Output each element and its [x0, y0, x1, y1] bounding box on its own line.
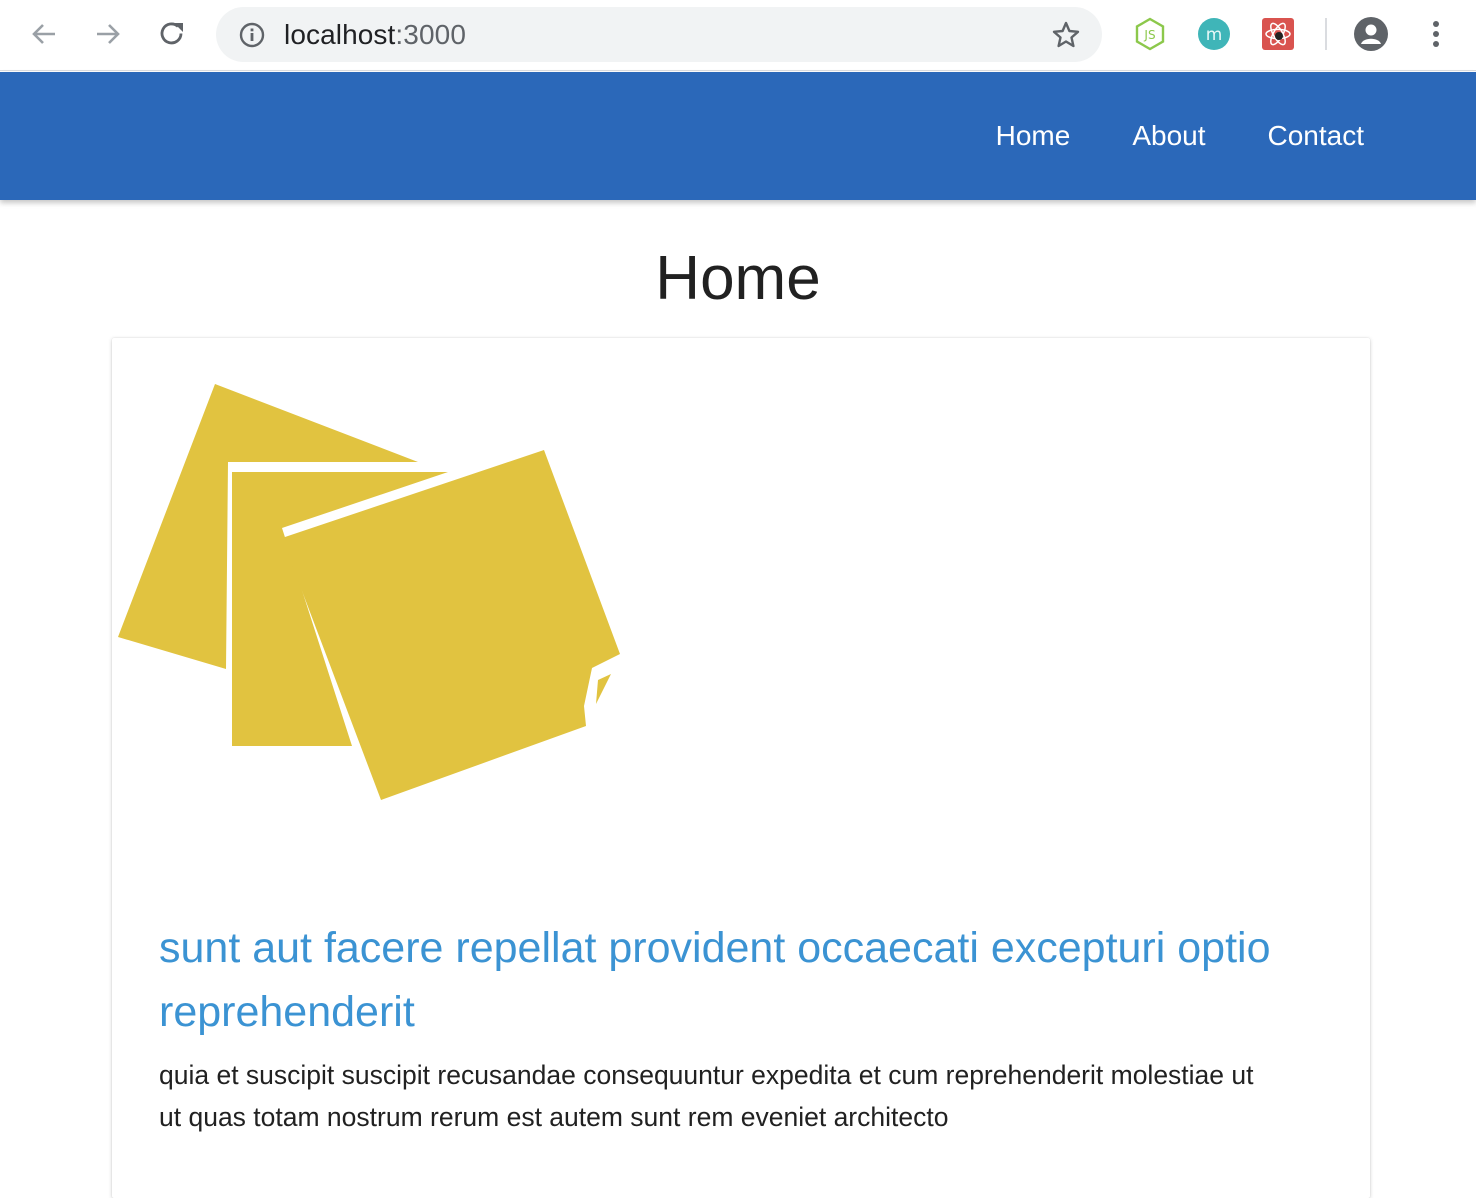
post-title-link[interactable]: sunt aut facere repellat provident occae…: [159, 916, 1329, 1044]
nav-link-contact[interactable]: Contact: [1268, 120, 1365, 152]
sticky-note-corner: [596, 674, 611, 704]
arrow-right-icon: [97, 24, 120, 44]
node-js-extension[interactable]: JS: [1132, 16, 1168, 52]
nav-links: Home About Contact: [934, 72, 1364, 200]
svg-text:JS: JS: [1143, 28, 1155, 42]
address-bar[interactable]: localhost:3000: [216, 7, 1102, 62]
node-js-icon: JS: [1135, 17, 1165, 51]
url-port: :3000: [395, 19, 466, 50]
forward-button[interactable]: [88, 14, 128, 54]
browser-toolbar: localhost:3000 JS m: [0, 0, 1476, 71]
page-title: Home: [655, 244, 821, 313]
post-body: quia et suscipit suscipit recusandae con…: [159, 1060, 1254, 1132]
reload-button[interactable]: [152, 14, 192, 54]
react-devtools-extension[interactable]: [1260, 16, 1296, 52]
nav-link-about[interactable]: About: [1132, 120, 1205, 152]
react-devtools-icon: [1262, 18, 1294, 50]
arrow-left-icon: [32, 24, 55, 44]
url-text: localhost:3000: [284, 19, 466, 51]
browser-menu-button[interactable]: [1418, 16, 1454, 52]
post-card: sunt aut facere repellat provident occae…: [112, 338, 1370, 1198]
url-host: localhost: [284, 19, 396, 50]
app-navbar: Home About Contact: [0, 72, 1476, 200]
back-button[interactable]: [24, 14, 64, 54]
nav-link-home[interactable]: Home: [996, 120, 1071, 152]
m-extension[interactable]: m: [1196, 16, 1232, 52]
m-extension-icon: m: [1198, 18, 1230, 50]
info-icon[interactable]: [238, 21, 266, 49]
toolbar-divider: [1325, 18, 1327, 50]
bookmark-star-icon[interactable]: [1050, 19, 1082, 51]
account-circle-icon: [1354, 17, 1388, 51]
sticky-notes-icon: [118, 384, 620, 800]
svg-text:m: m: [1206, 25, 1223, 45]
more-vert-icon: [1433, 21, 1439, 47]
profile-button[interactable]: [1353, 16, 1389, 52]
reload-icon: [160, 22, 183, 45]
